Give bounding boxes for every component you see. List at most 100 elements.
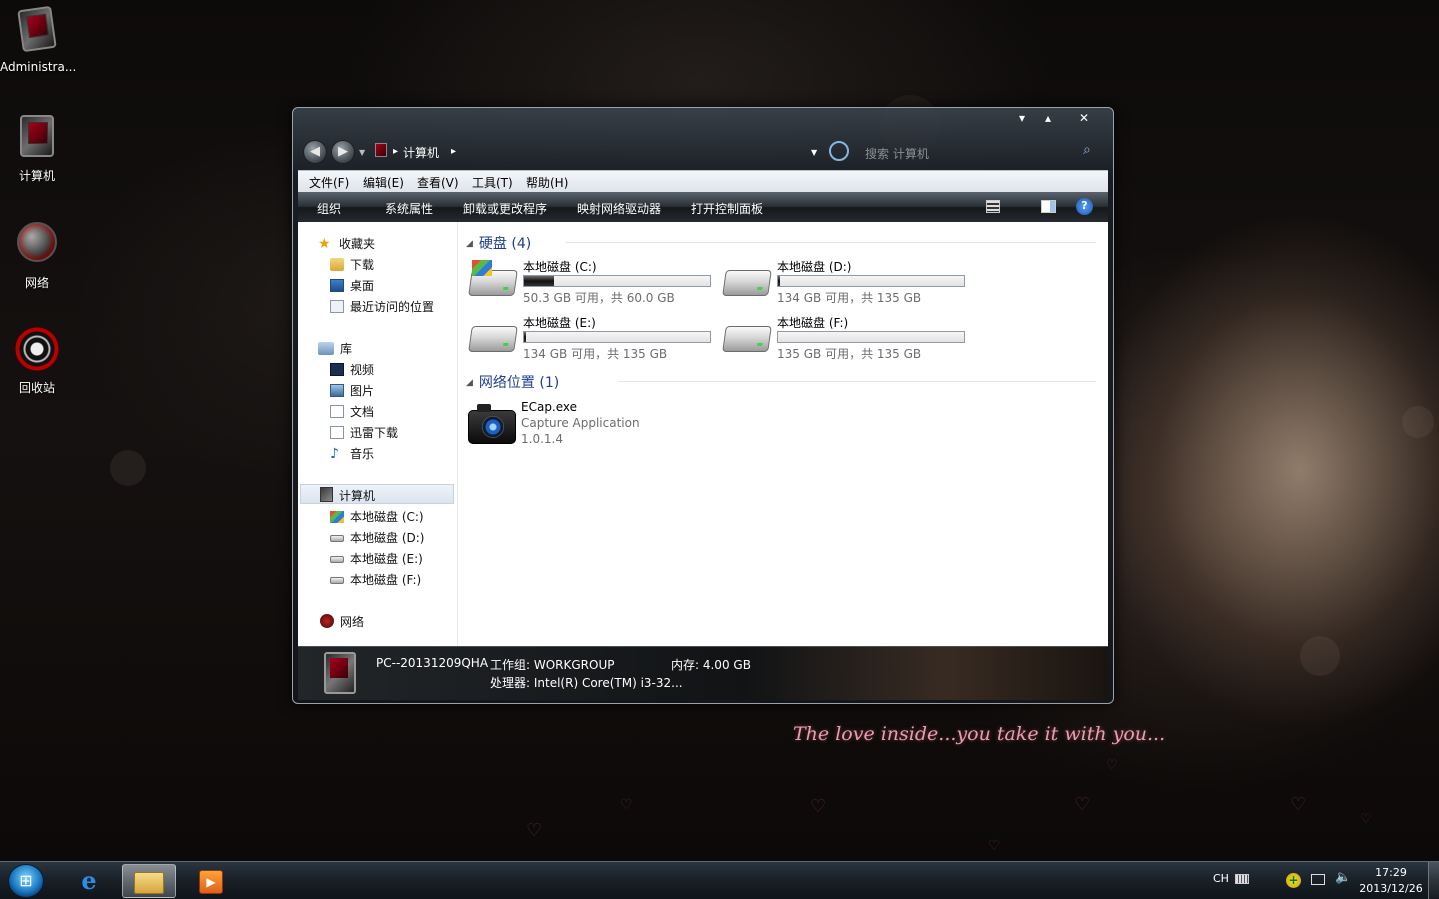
folder-icon <box>134 872 164 894</box>
minimize-button[interactable]: ▾ <box>1009 110 1035 126</box>
menu-bar: 文件(F) 编辑(E) 查看(V) 工具(T) 帮助(H) <box>298 170 1108 192</box>
nav-documents[interactable]: 文档 <box>330 403 374 420</box>
group-header-drives[interactable]: ◢ 硬盘 (4) <box>466 233 531 253</box>
close-button[interactable]: ✕ <box>1071 110 1097 126</box>
breadcrumb-separator[interactable]: ▸ <box>451 146 456 157</box>
nav-label: 音乐 <box>350 447 375 461</box>
drive-item[interactable]: 本地磁盘 (D:) 134 GB 可用，共 135 GB <box>722 258 969 308</box>
help-icon[interactable]: ? <box>1076 198 1093 215</box>
taskbar-explorer[interactable] <box>122 864 176 898</box>
preview-pane-icon[interactable] <box>1041 200 1056 213</box>
nav-drive-d[interactable]: 本地磁盘 (D:) <box>330 529 424 546</box>
breadcrumb-computer[interactable]: 计算机 <box>403 144 439 161</box>
nav-drive-c[interactable]: 本地磁盘 (C:) <box>330 508 424 525</box>
search-box[interactable]: 搜索 计算机 ⌕ <box>861 142 1101 164</box>
nav-drive-e[interactable]: 本地磁盘 (E:) <box>330 550 423 567</box>
taskbar-internet-explorer[interactable]: e <box>62 864 116 898</box>
nav-downloads[interactable]: 下载 <box>330 256 374 273</box>
nav-music[interactable]: ♪ 音乐 <box>330 445 374 462</box>
uninstall-program-button[interactable]: 卸载或更改程序 <box>463 200 547 217</box>
nav-recent-places[interactable]: 最近访问的位置 <box>330 298 434 315</box>
forward-arrow-icon[interactable]: ▶ <box>331 140 355 164</box>
menu-file[interactable]: 文件(F) <box>309 174 349 191</box>
collapse-triangle-icon[interactable]: ◢ <box>466 239 473 249</box>
open-control-panel-button[interactable]: 打开控制面板 <box>691 200 763 217</box>
maximize-button[interactable]: ▴ <box>1035 110 1061 126</box>
navigation-pane: ★ 收藏夹 下载 桌面 最近访问的位置 库 视频 图片 文档 迅雷下载 ♪ 音乐 计… <box>298 222 458 646</box>
group-divider <box>566 242 1096 243</box>
hard-drive-icon <box>468 326 518 352</box>
network-status-icon[interactable] <box>1311 874 1325 885</box>
bokeh-light <box>110 450 146 486</box>
document-icon <box>330 405 344 418</box>
group-title: 硬盘 (4) <box>478 236 532 252</box>
desktop-icon-recycle-bin[interactable]: 回收站 <box>0 326 74 396</box>
drive-usage-bar <box>523 275 711 287</box>
nav-desktop[interactable]: 桌面 <box>330 277 374 294</box>
command-bar: 组织 系统属性 卸载或更改程序 映射网络驱动器 打开控制面板 ? <box>298 192 1108 222</box>
group-header-network[interactable]: ◢ 网络位置 (1) <box>466 372 559 392</box>
bokeh-light <box>1300 636 1340 676</box>
drive-free-space: 50.3 GB 可用，共 60.0 GB <box>523 291 675 305</box>
clock-time: 17:29 <box>1375 866 1407 879</box>
security-shield-icon[interactable]: + <box>1286 873 1301 888</box>
desktop-icon-label: 回收站 <box>18 381 55 395</box>
recent-pages-chevron-icon[interactable]: ▼ <box>359 148 365 157</box>
desktop-icon-user-folder[interactable]: Administra... <box>0 5 76 74</box>
menu-tools[interactable]: 工具(T) <box>472 174 513 191</box>
nav-pictures[interactable]: 图片 <box>330 382 374 399</box>
explorer-window: ▾ ▴ ✕ ◀ ▶ ▼ ▸ 计算机 ▸ ▼ 搜索 计算机 ⌕ 文件(F) 编辑(… <box>292 107 1114 704</box>
system-properties-button[interactable]: 系统属性 <box>385 200 433 217</box>
nav-drive-f[interactable]: 本地磁盘 (F:) <box>330 571 421 588</box>
heart-decoration: ♡ <box>526 820 543 841</box>
address-dropdown-icon[interactable]: ▼ <box>811 148 817 157</box>
system-clock[interactable]: 17:29 2013/12/26 <box>1356 865 1426 897</box>
desktop-icon-label: 网络 <box>24 276 49 290</box>
search-placeholder: 搜索 计算机 <box>865 147 929 161</box>
taskbar-media-player[interactable]: ▶ <box>184 864 238 898</box>
menu-view[interactable]: 查看(V) <box>417 174 459 191</box>
volume-icon[interactable]: 🔈 <box>1335 870 1351 885</box>
breadcrumb-separator[interactable]: ▸ <box>393 146 398 157</box>
memory: 内存: 4.00 GB <box>671 658 751 672</box>
start-button[interactable]: ⊞ <box>8 864 44 898</box>
language-indicator[interactable]: CH <box>1213 872 1229 885</box>
taskbar: ⊞ e ▶ CH + 🔈 17:29 2013/12/26 <box>0 861 1439 899</box>
nav-thunder-downloads[interactable]: 迅雷下载 <box>330 424 398 441</box>
drive-item[interactable]: 本地磁盘 (C:) 50.3 GB 可用，共 60.0 GB <box>468 258 715 308</box>
heart-decoration: ♡ <box>1290 794 1307 815</box>
network-globe-icon <box>14 222 60 268</box>
video-icon <box>330 363 344 376</box>
drive-item[interactable]: 本地磁盘 (E:) 134 GB 可用，共 135 GB <box>468 314 715 364</box>
menu-edit[interactable]: 编辑(E) <box>363 174 404 191</box>
nav-favorites[interactable]: ★ 收藏夹 <box>318 235 375 252</box>
drive-usage-bar <box>777 275 965 287</box>
keyboard-icon[interactable] <box>1235 874 1249 884</box>
desktop-icon-network[interactable]: 网络 <box>0 219 74 291</box>
processor: 处理器: Intel(R) Core(TM) i3-32... <box>490 676 683 690</box>
collapse-triangle-icon[interactable]: ◢ <box>466 378 473 388</box>
nav-videos[interactable]: 视频 <box>330 361 374 378</box>
desktop-icon-computer[interactable]: 计算机 <box>0 113 74 184</box>
organize-button[interactable]: 组织 <box>317 200 341 217</box>
drive-usage-fill <box>778 276 780 286</box>
back-arrow-icon[interactable]: ◀ <box>303 140 327 164</box>
show-desktop-button[interactable] <box>1428 862 1439 899</box>
nav-libraries[interactable]: 库 <box>318 340 352 357</box>
change-view-icon[interactable] <box>986 200 1000 213</box>
network-item-ecap[interactable]: ECap.exe Capture Application 1.0.1.4 <box>468 400 728 448</box>
hard-drive-icon <box>722 326 772 352</box>
group-title: 网络位置 (1) <box>478 375 560 391</box>
refresh-icon[interactable] <box>829 141 849 161</box>
menu-help[interactable]: 帮助(H) <box>526 174 568 191</box>
nav-network[interactable]: 网络 <box>320 613 364 630</box>
nav-label: 迅雷下载 <box>350 426 399 440</box>
search-icon[interactable]: ⌕ <box>1083 142 1091 158</box>
camera-icon <box>468 404 516 444</box>
drive-item[interactable]: 本地磁盘 (F:) 135 GB 可用，共 135 GB <box>722 314 969 364</box>
recent-places-icon <box>330 300 344 313</box>
nav-computer[interactable]: 计算机 <box>320 487 375 504</box>
map-network-drive-button[interactable]: 映射网络驱动器 <box>577 200 661 217</box>
heart-decoration: ♡ <box>1074 794 1091 815</box>
clock-date: 2013/12/26 <box>1359 882 1423 895</box>
